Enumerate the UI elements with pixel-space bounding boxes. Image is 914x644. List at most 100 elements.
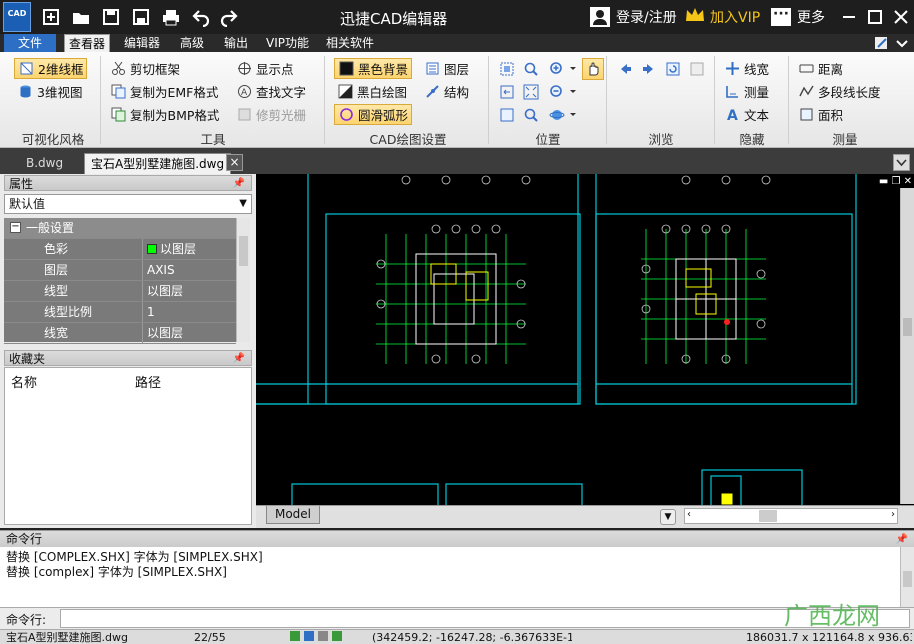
property-value[interactable]: 以图层: [142, 239, 236, 259]
pan-hand-icon[interactable]: [582, 58, 604, 80]
tab-vip[interactable]: VIP功能: [262, 34, 313, 52]
zoom-all-icon[interactable]: [522, 83, 540, 101]
layers-button[interactable]: 图层: [424, 58, 469, 79]
properties-selector[interactable]: 默认值 ▼: [4, 194, 252, 214]
fit-view-icon[interactable]: [498, 106, 516, 124]
more-button[interactable]: ··· 更多: [771, 5, 825, 29]
polar-icon[interactable]: [332, 631, 342, 641]
favorites-list[interactable]: 名称 路径: [4, 367, 252, 525]
find-text-button[interactable]: A 查找文字: [236, 81, 306, 102]
distance-button[interactable]: 距离: [798, 58, 843, 79]
pin-icon[interactable]: 📌: [896, 531, 908, 548]
refresh-icon[interactable]: [664, 60, 682, 78]
login-button[interactable]: 登录/注册: [590, 5, 677, 29]
zoom-out-dropdown-icon[interactable]: [564, 83, 582, 101]
zoom-realtime-icon[interactable]: [522, 106, 540, 124]
new-file-icon[interactable]: [38, 6, 64, 28]
tab-related-software[interactable]: 相关软件: [322, 34, 378, 52]
measure-button[interactable]: 测量: [724, 81, 769, 102]
scroll-thumb[interactable]: [239, 236, 248, 266]
grid-icon[interactable]: [304, 631, 314, 641]
copy-emf-button[interactable]: 复制为EMF格式: [110, 81, 218, 102]
crown-icon: [684, 6, 706, 28]
property-value[interactable]: 以图层: [142, 281, 236, 301]
command-input[interactable]: [60, 609, 910, 628]
scroll-thumb[interactable]: [903, 571, 912, 587]
canvas-vertical-scrollbar[interactable]: [900, 188, 914, 504]
undo-icon[interactable]: [188, 6, 214, 28]
pin-icon[interactable]: 📌: [233, 176, 245, 192]
open-folder-icon[interactable]: [68, 6, 94, 28]
pin-icon[interactable]: 📌: [233, 351, 245, 367]
copy-bmp-button[interactable]: 复制为BMP格式: [110, 104, 219, 125]
close-icon[interactable]: [888, 6, 914, 28]
minimize-icon[interactable]: [836, 6, 862, 28]
print-icon[interactable]: [158, 6, 184, 28]
copy-bmp-icon: [110, 106, 127, 123]
command-history-scrollbar[interactable]: [900, 547, 914, 607]
zoom-extents-icon[interactable]: [498, 60, 516, 78]
tab-viewer[interactable]: 查看器: [64, 34, 111, 52]
2d-wireframe-button[interactable]: 2维线框: [14, 58, 88, 79]
trim-raster-button[interactable]: 修剪光栅: [236, 104, 306, 125]
scroll-thumb[interactable]: [903, 318, 912, 336]
skin-icon[interactable]: [874, 35, 890, 51]
tab-output[interactable]: 输出: [220, 34, 252, 52]
tab-close-icon[interactable]: ×: [226, 154, 243, 171]
model-tab[interactable]: Model: [266, 506, 320, 524]
property-row-linetype[interactable]: 线型 以图层: [4, 281, 236, 302]
area-button[interactable]: 面积: [798, 104, 843, 125]
polyline-length-button[interactable]: 多段线长度: [798, 81, 881, 102]
hide-group-label: 隐藏: [739, 132, 765, 147]
text-button[interactable]: A 文本: [724, 104, 769, 125]
canvas-window-controls[interactable]: ▬ ❐ ✕: [864, 176, 912, 188]
property-value[interactable]: 以图层: [142, 323, 236, 343]
property-row-color[interactable]: 色彩 以图层: [4, 239, 236, 260]
tab-list-dropdown-icon[interactable]: [893, 154, 910, 171]
zoom-previous-icon[interactable]: [498, 83, 516, 101]
structure-button[interactable]: 结构: [424, 81, 469, 102]
crosshair-icon: [236, 60, 253, 77]
menu-file[interactable]: 文件: [4, 34, 56, 52]
vip-button[interactable]: 加入VIP: [684, 5, 760, 29]
save-icon[interactable]: [98, 6, 124, 28]
maximize-icon[interactable]: [862, 6, 888, 28]
property-group-general[interactable]: − 一般设置: [4, 218, 236, 239]
tab-editor[interactable]: 编辑器: [120, 34, 164, 52]
property-row-linetype-scale[interactable]: 线型比例 1: [4, 302, 236, 323]
status-mode-icons[interactable]: [290, 630, 360, 644]
black-background-button[interactable]: 黑色背景: [334, 58, 413, 79]
black-white-drawing-button[interactable]: 黑白绘图: [337, 81, 407, 102]
ortho-icon[interactable]: [318, 631, 328, 641]
browse-disabled-icon[interactable]: [688, 60, 706, 78]
tab-advanced[interactable]: 高级: [176, 34, 208, 52]
scroll-thumb[interactable]: [759, 510, 777, 522]
command-history-line: 替换 [COMPLEX.SHX] 字体为 [SIMPLEX.SHX]: [6, 550, 263, 564]
3d-view-button[interactable]: 3维视图: [17, 81, 82, 102]
property-row-lineweight[interactable]: 线宽 以图层: [4, 323, 236, 344]
layout-dropdown-icon[interactable]: ▼: [660, 509, 676, 525]
scroll-right-icon[interactable]: ›: [891, 509, 895, 520]
doc-tab-villa[interactable]: 宝石A型别墅建施图.dwg: [84, 153, 232, 174]
orbit-dropdown-icon[interactable]: [564, 106, 582, 124]
clip-frame-button[interactable]: 剪切框架: [110, 58, 180, 79]
smooth-arc-button[interactable]: 圆滑弧形: [334, 104, 413, 125]
snap-icon[interactable]: [290, 631, 300, 641]
canvas-horizontal-scrollbar[interactable]: ‹ ›: [684, 508, 898, 524]
linewidth-button[interactable]: 线宽: [724, 58, 769, 79]
property-value[interactable]: AXIS: [142, 260, 236, 280]
redo-icon[interactable]: [216, 6, 242, 28]
property-row-layer[interactable]: 图层 AXIS: [4, 260, 236, 281]
doc-tab-b[interactable]: B.dwg: [20, 153, 69, 174]
properties-scrollbar[interactable]: [236, 218, 250, 342]
ribbon-collapse-icon[interactable]: [894, 35, 910, 51]
back-arrow-icon[interactable]: [616, 60, 634, 78]
save-as-icon[interactable]: [128, 6, 154, 28]
forward-arrow-icon[interactable]: [640, 60, 658, 78]
zoom-window-icon[interactable]: [522, 60, 540, 78]
property-value[interactable]: 1: [142, 302, 236, 322]
show-points-button[interactable]: 显示点: [236, 58, 294, 79]
zoom-in-dropdown-icon[interactable]: [564, 60, 582, 78]
drawing-canvas[interactable]: ▬ ❐ ✕: [256, 174, 914, 528]
scroll-left-icon[interactable]: ‹: [687, 509, 691, 520]
